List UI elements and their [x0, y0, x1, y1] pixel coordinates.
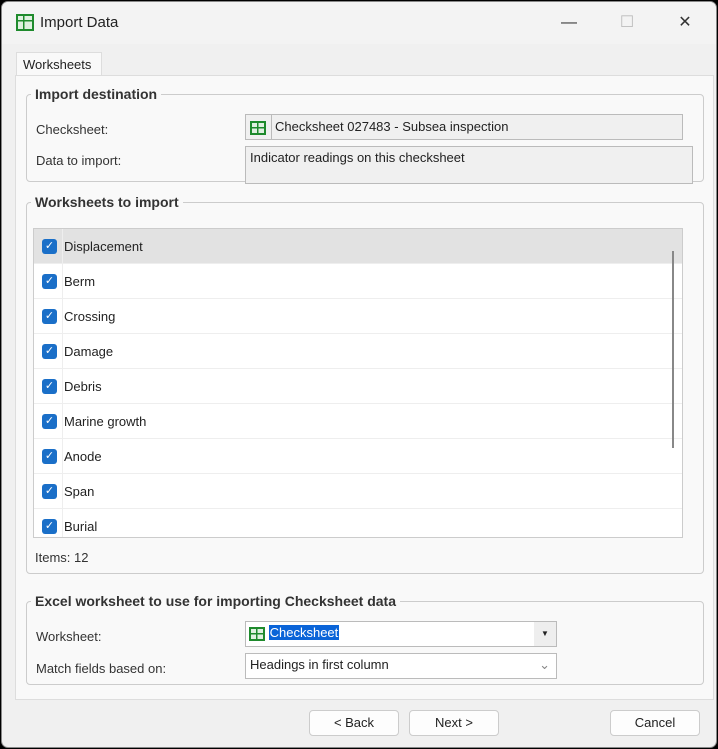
- import-data-dialog: Import Data — ☐ ✕ Worksheets Import dest…: [1, 1, 717, 748]
- list-item[interactable]: ✓ Marine growth: [34, 404, 682, 439]
- import-destination-group: Import destination Checksheet: Checkshee…: [26, 86, 704, 184]
- match-fields-select[interactable]: Headings in first column ⌄: [245, 653, 557, 679]
- checkbox[interactable]: ✓: [42, 238, 57, 254]
- checkbox[interactable]: ✓: [42, 308, 57, 324]
- worksheet-name: Burial: [64, 518, 98, 534]
- minimize-button[interactable]: —: [554, 10, 584, 36]
- checkbox[interactable]: ✓: [42, 518, 57, 534]
- list-item[interactable]: ✓ Debris: [34, 369, 682, 404]
- worksheet-name: Span: [64, 483, 95, 499]
- worksheet-name: Damage: [64, 343, 114, 359]
- checksheet-label: Checksheet:: [36, 122, 109, 137]
- checkbox[interactable]: ✓: [42, 448, 57, 464]
- app-icon: [16, 14, 34, 31]
- close-button[interactable]: ✕: [670, 10, 700, 36]
- next-button[interactable]: Next >: [409, 710, 499, 736]
- checksheet-value: Checksheet 027483 - Subsea inspection: [275, 119, 509, 134]
- data-to-import-value: Indicator readings on this checksheet: [245, 146, 693, 184]
- worksheet-name: Marine growth: [64, 413, 147, 429]
- worksheet-name: Debris: [64, 378, 102, 394]
- list-item[interactable]: ✓ Damage: [34, 334, 682, 369]
- checkbox[interactable]: ✓: [42, 273, 57, 289]
- list-item[interactable]: ✓ Crossing: [34, 299, 682, 334]
- group-title: Worksheets to import: [35, 194, 179, 210]
- worksheets-page: Import destination Checksheet: Checkshee…: [15, 75, 714, 700]
- maximize-button[interactable]: ☐: [612, 10, 642, 36]
- checkbox[interactable]: ✓: [42, 378, 57, 394]
- worksheet-list: ✓ Displacement ✓ Berm ✓ Crossing ✓ Damage ✓ Debri…: [33, 228, 683, 538]
- worksheet-value: Checksheet: [268, 625, 340, 640]
- window-title: Import Data: [40, 14, 119, 31]
- data-to-import-label: Data to import:: [36, 153, 122, 168]
- list-item[interactable]: ✓ Span: [34, 474, 682, 509]
- checkbox[interactable]: ✓: [42, 413, 57, 429]
- worksheet-label: Worksheet:: [36, 629, 102, 644]
- cancel-button[interactable]: Cancel: [610, 710, 700, 736]
- items-count: Items: 12: [35, 550, 89, 565]
- list-item[interactable]: ✓ Berm: [34, 264, 682, 299]
- chevron-down-icon: ⌄: [539, 657, 550, 672]
- worksheet-name: Berm: [64, 273, 96, 289]
- match-fields-value: Headings in first column: [250, 657, 389, 672]
- worksheet-icon: [249, 626, 265, 641]
- tab-worksheets[interactable]: Worksheets: [16, 52, 102, 76]
- checkbox[interactable]: ✓: [42, 343, 57, 359]
- list-item[interactable]: ✓ Burial: [34, 509, 682, 537]
- worksheet-select[interactable]: Checksheet ▼: [245, 621, 557, 647]
- list-item[interactable]: ✓ Displacement: [34, 229, 682, 264]
- list-item[interactable]: ✓ Anode: [34, 439, 682, 474]
- worksheet-name: Anode: [64, 448, 102, 464]
- dropdown-arrow-icon[interactable]: ▼: [534, 622, 556, 646]
- checksheet-icon: [246, 115, 272, 139]
- title-bar: Import Data — ☐ ✕: [2, 2, 716, 44]
- scrollbar[interactable]: [672, 251, 674, 448]
- group-title: Excel worksheet to use for importing Che…: [35, 593, 396, 609]
- checkbox[interactable]: ✓: [42, 483, 57, 499]
- match-fields-label: Match fields based on:: [36, 661, 167, 676]
- worksheets-group: Worksheets to import ✓ Displacement ✓ Berm ✓…: [26, 194, 704, 574]
- back-button[interactable]: < Back: [309, 710, 399, 736]
- checksheet-field: Checksheet 027483 - Subsea inspection: [245, 114, 683, 140]
- worksheet-name: Crossing: [64, 308, 116, 324]
- group-title: Import destination: [35, 86, 158, 102]
- worksheet-name: Displacement: [64, 238, 143, 254]
- excel-worksheet-group: Excel worksheet to use for importing Che…: [26, 593, 704, 685]
